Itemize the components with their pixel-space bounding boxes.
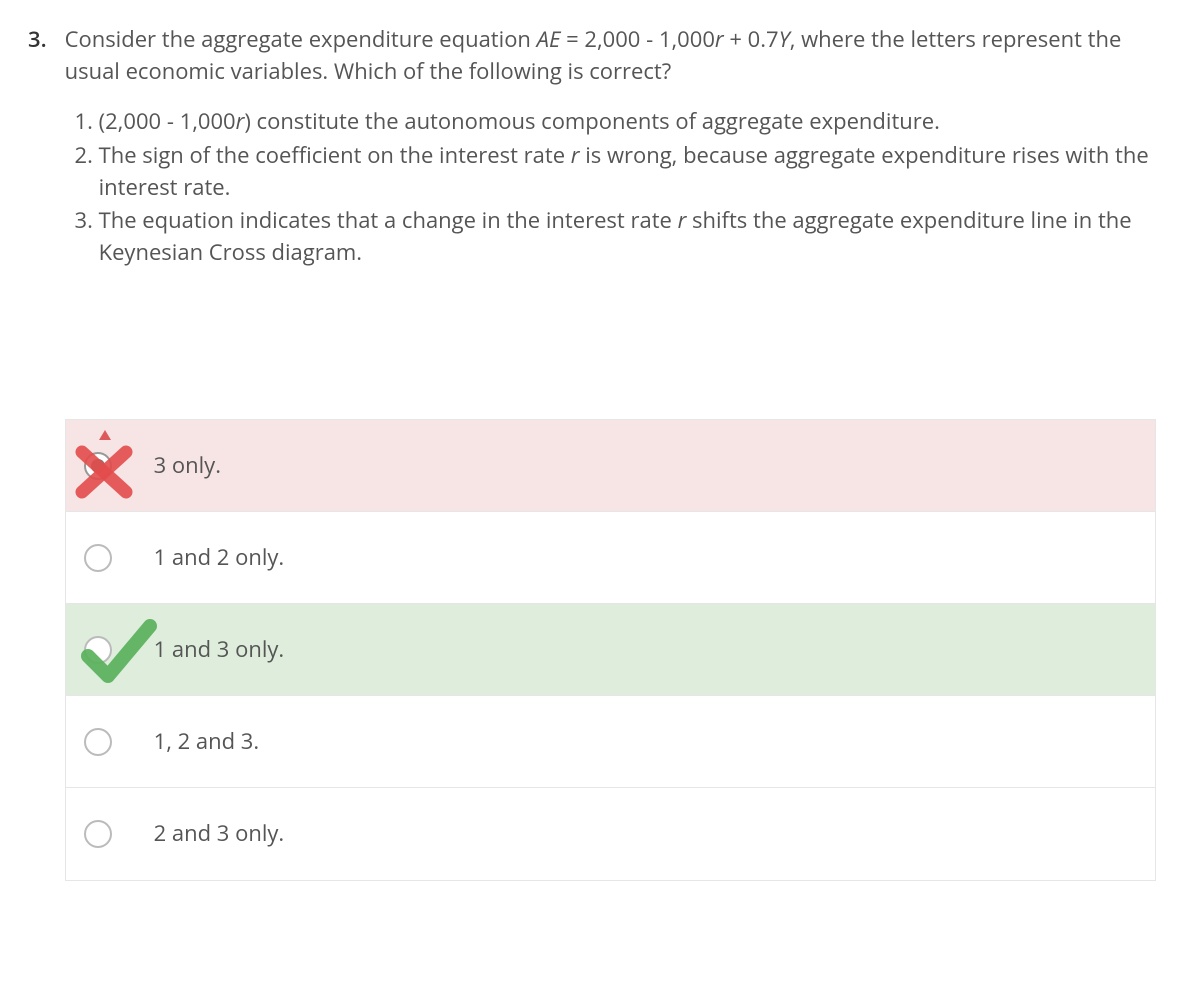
statement-2: The sign of the coefficient on the inter… bbox=[99, 140, 1156, 204]
answer-label-d: 1, 2 and 3. bbox=[154, 726, 260, 758]
question-body: Consider the aggregate expenditure equat… bbox=[65, 24, 1176, 881]
answer-option-c[interactable]: 1 and 3 only. bbox=[66, 604, 1155, 696]
s3-r: r bbox=[678, 205, 692, 235]
radio-wrap-d bbox=[84, 728, 154, 756]
answer-label-a: 3 only. bbox=[154, 450, 221, 482]
radio-wrap-e bbox=[84, 820, 154, 848]
question-number: 3. bbox=[28, 24, 47, 881]
answer-option-a[interactable]: 3 only. bbox=[66, 420, 1155, 512]
s1-post: ) constitute the autonomous components o… bbox=[244, 106, 940, 136]
prompt-eq-tail: + 0.7 bbox=[724, 24, 779, 54]
s1-pre: (2,000 - 1,000 bbox=[99, 106, 236, 136]
answer-option-d[interactable]: 1, 2 and 3. bbox=[66, 696, 1155, 788]
prompt-eq-y: Y bbox=[779, 24, 790, 54]
radio-dot-a bbox=[91, 459, 105, 473]
radio-button-c[interactable] bbox=[84, 636, 112, 664]
s2-r: r bbox=[571, 140, 585, 170]
prompt-eq-r: r bbox=[715, 24, 724, 54]
radio-button-a[interactable] bbox=[84, 452, 112, 480]
radio-wrap-c bbox=[84, 636, 154, 664]
radio-wrap-b bbox=[84, 544, 154, 572]
question-prompt: Consider the aggregate expenditure equat… bbox=[65, 24, 1156, 88]
answer-label-c: 1 and 3 only. bbox=[154, 634, 285, 666]
question-container: 3. Consider the aggregate expenditure eq… bbox=[0, 0, 1200, 881]
s2-pre: The sign of the coefficient on the inter… bbox=[99, 140, 571, 170]
answers-list: 3 only. 1 and 2 only. 1 and 3 only. bbox=[65, 419, 1156, 881]
answer-option-b[interactable]: 1 and 2 only. bbox=[66, 512, 1155, 604]
statement-3: The equation indicates that a change in … bbox=[99, 205, 1156, 269]
prompt-eq-mid: = 2,000 - 1,000 bbox=[560, 24, 715, 54]
s3-pre: The equation indicates that a change in … bbox=[99, 205, 678, 235]
radio-button-b[interactable] bbox=[84, 544, 112, 572]
answer-label-b: 1 and 2 only. bbox=[154, 542, 285, 574]
radio-button-d[interactable] bbox=[84, 728, 112, 756]
answer-label-e: 2 and 3 only. bbox=[154, 818, 285, 850]
radio-wrap-a bbox=[84, 452, 154, 480]
prompt-text-pre: Consider the aggregate expenditure equat… bbox=[65, 24, 537, 54]
prompt-eq-ae: AE bbox=[537, 24, 561, 54]
answer-option-e[interactable]: 2 and 3 only. bbox=[66, 788, 1155, 880]
radio-button-e[interactable] bbox=[84, 820, 112, 848]
statements-list: (2,000 - 1,000 r ) constitute the autonomo… bbox=[65, 106, 1156, 269]
statement-1: (2,000 - 1,000r) constitute the autonomo… bbox=[99, 106, 1156, 138]
